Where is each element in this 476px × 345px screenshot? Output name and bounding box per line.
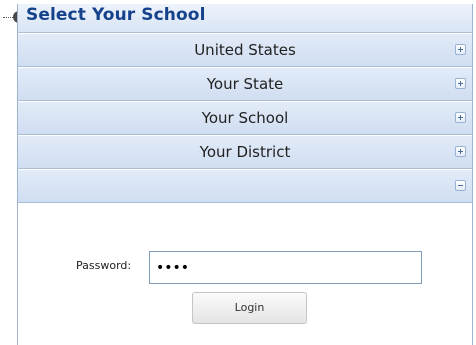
accordion-item-label: Your School: [201, 109, 289, 127]
plus-icon[interactable]: [455, 78, 466, 89]
login-window: Select Your School United States Your St…: [0, 0, 476, 345]
plus-icon[interactable]: [455, 112, 466, 123]
accordion-item-your-district[interactable]: Your District: [18, 136, 472, 169]
accordion-item-your-school[interactable]: Your School: [18, 102, 472, 135]
plus-icon[interactable]: [455, 44, 466, 55]
accordion-item-label: United States: [194, 41, 296, 59]
accordion-item-your-state[interactable]: Your State: [18, 68, 472, 101]
accordion-item-label: Your State: [206, 75, 284, 93]
password-label: Password:: [76, 259, 132, 272]
password-field[interactable]: [149, 251, 422, 284]
plus-icon[interactable]: [455, 146, 466, 157]
accordion-item-login[interactable]: [18, 170, 472, 203]
accordion-item-label: Your District: [199, 143, 291, 161]
accordion-item-united-states[interactable]: United States: [18, 34, 472, 67]
login-button[interactable]: Login: [192, 292, 307, 324]
minus-icon[interactable]: [455, 180, 466, 191]
